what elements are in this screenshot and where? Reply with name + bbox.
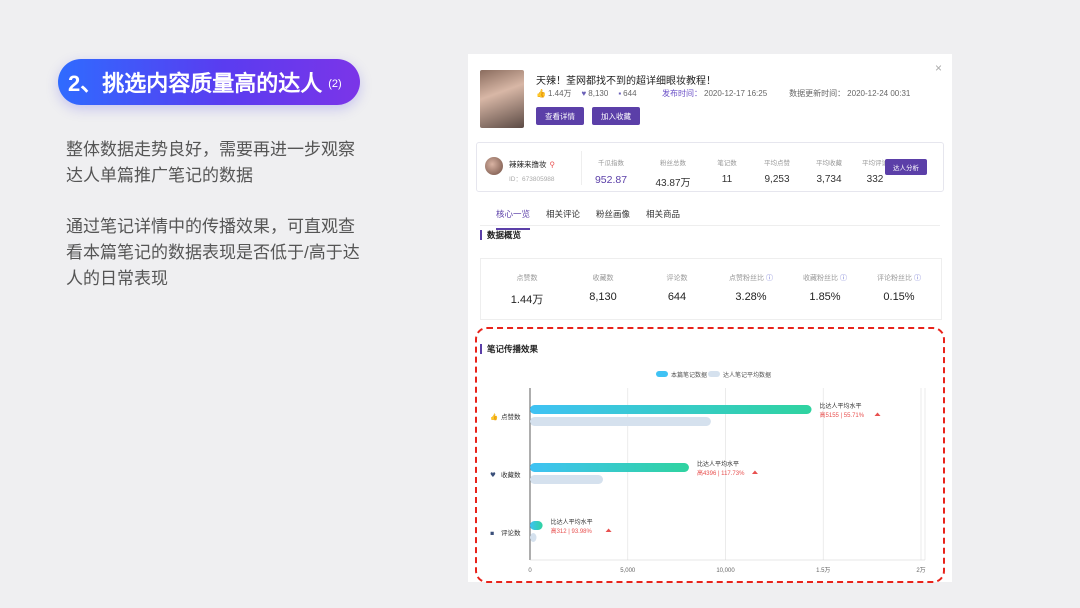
tab-related-products[interactable]: 相关商品 (646, 208, 680, 230)
close-icon[interactable]: × (935, 61, 942, 75)
kol-metric-notes: 笔记数 11 (703, 157, 751, 185)
overview-value: 0.15% (883, 291, 915, 303)
metric-label: 千瓜指数 (598, 160, 624, 167)
metric-label: 平均收藏 (816, 160, 842, 167)
kol-metric-avg-likes: 平均点赞 9,253 (753, 157, 801, 185)
tab-related-comments[interactable]: 相关评论 (546, 208, 580, 230)
overview-label: 点赞数 (516, 275, 538, 282)
heart-icon: ♥ (581, 89, 587, 98)
overview-value: 8,130 (589, 291, 617, 303)
help-icon[interactable]: ⓘ (914, 275, 921, 282)
add-favorite-button[interactable]: 加入收藏 (592, 107, 640, 125)
note-comments: 644 (623, 89, 637, 98)
view-detail-button[interactable]: 查看详情 (536, 107, 584, 125)
publish-time: 2020-12-17 16:25 (704, 89, 768, 98)
metric-label: 平均点赞 (764, 160, 790, 167)
update-time: 2020-12-24 00:31 (847, 89, 911, 98)
metric-label: 笔记数 (717, 160, 737, 167)
overview-item: 收藏数 8,130 (565, 273, 641, 303)
overview-heading: 数据概览 (480, 230, 521, 240)
section-title-text: 2、挑选内容质量高的达人 (68, 71, 323, 96)
overview-value: 1.44万 (510, 294, 544, 306)
metric-value: 11 (721, 174, 733, 185)
paragraph-1: 整体数据走势良好，需要再进一步观察达人单篇推广笔记的数据 (66, 140, 355, 185)
note-title: 天辣！荃网都找不到的超详细眼妆教程！ (536, 76, 716, 87)
highlight-box (475, 327, 945, 583)
overview-label: 评论数 (666, 275, 688, 282)
overview-item: 点赞粉丝比 ⓘ 3.28% (713, 273, 789, 303)
section-title-sub: (2) (328, 78, 342, 90)
note-dates: 发布时间： 2020-12-17 16:25 数据更新时间： 2020-12-24 … (662, 88, 910, 99)
overview-value: 644 (667, 291, 687, 303)
metric-value: 952.87 (594, 174, 628, 186)
overview-value: 3.28% (735, 291, 767, 303)
section-title: 2、挑选内容质量高的达人 (2) (58, 59, 360, 105)
metric-value: 332 (866, 174, 884, 185)
kol-metric-index: 千瓜指数 952.87 (587, 157, 635, 186)
avatar[interactable] (485, 157, 503, 175)
paragraph-2: 通过笔记详情中的传播效果，可直观查看本篇笔记的数据表现是否低于/高于达人的日常表… (66, 217, 360, 288)
note-collects: 8,130 (588, 89, 609, 98)
kol-id: ID：673805988 (509, 176, 555, 183)
metric-value: 3,734 (816, 174, 842, 185)
metric-value: 43.87万 (655, 178, 691, 189)
help-icon[interactable]: ⓘ (766, 275, 773, 282)
kol-card: 辣辣来撸妆 ⚲ ID：673805988 千瓜指数 952.87 粉丝总数 43.… (476, 142, 944, 192)
overview-value: 1.85% (809, 291, 841, 303)
kol-name[interactable]: 辣辣来撸妆 ⚲ (509, 159, 555, 170)
kol-name-text: 辣辣来撸妆 (509, 160, 547, 169)
publish-label: 发布时间： (662, 89, 702, 98)
overview-card: 点赞数 1.44万 收藏数 8,130 评论数 644 点赞粉丝比 ⓘ 3.28%… (480, 258, 942, 320)
overview-item: 点赞数 1.44万 (489, 273, 565, 307)
overview-item: 评论粉丝比 ⓘ 0.15% (861, 273, 937, 303)
overview-item: 评论数 644 (639, 273, 715, 303)
overview-item: 收藏粉丝比 ⓘ 1.85% (787, 273, 863, 303)
metric-label: 粉丝总数 (660, 160, 686, 167)
tab-fan-profile[interactable]: 粉丝画像 (596, 208, 630, 230)
divider (581, 151, 582, 185)
note-stats: 👍 1.44万 ♥ 8,130 ▪ 644 (536, 88, 637, 99)
kol-metric-avg-collects: 平均收藏 3,734 (805, 157, 853, 185)
overview-label: 收藏粉丝比 (803, 275, 838, 282)
overview-label: 收藏数 (592, 275, 614, 282)
verified-icon: ⚲ (549, 160, 556, 169)
tab-bar: 核心一览 相关评论 粉丝画像 相关商品 (496, 208, 696, 230)
note-likes: 1.44万 (547, 89, 572, 98)
tabs-divider (480, 225, 940, 226)
help-icon[interactable]: ⓘ (840, 275, 847, 282)
metric-value: 9,253 (764, 174, 790, 185)
kol-analysis-button[interactable]: 达人分析 (885, 159, 927, 175)
kol-metric-fans: 粉丝总数 43.87万 (649, 157, 697, 189)
overview-label: 评论粉丝比 (877, 275, 912, 282)
tab-core-overview[interactable]: 核心一览 (496, 208, 531, 230)
update-label: 数据更新时间： (789, 89, 846, 98)
note-thumbnail[interactable] (480, 70, 524, 128)
comment-icon: ▪ (618, 89, 622, 98)
like-icon: 👍 (536, 89, 546, 98)
overview-label: 点赞粉丝比 (729, 275, 764, 282)
